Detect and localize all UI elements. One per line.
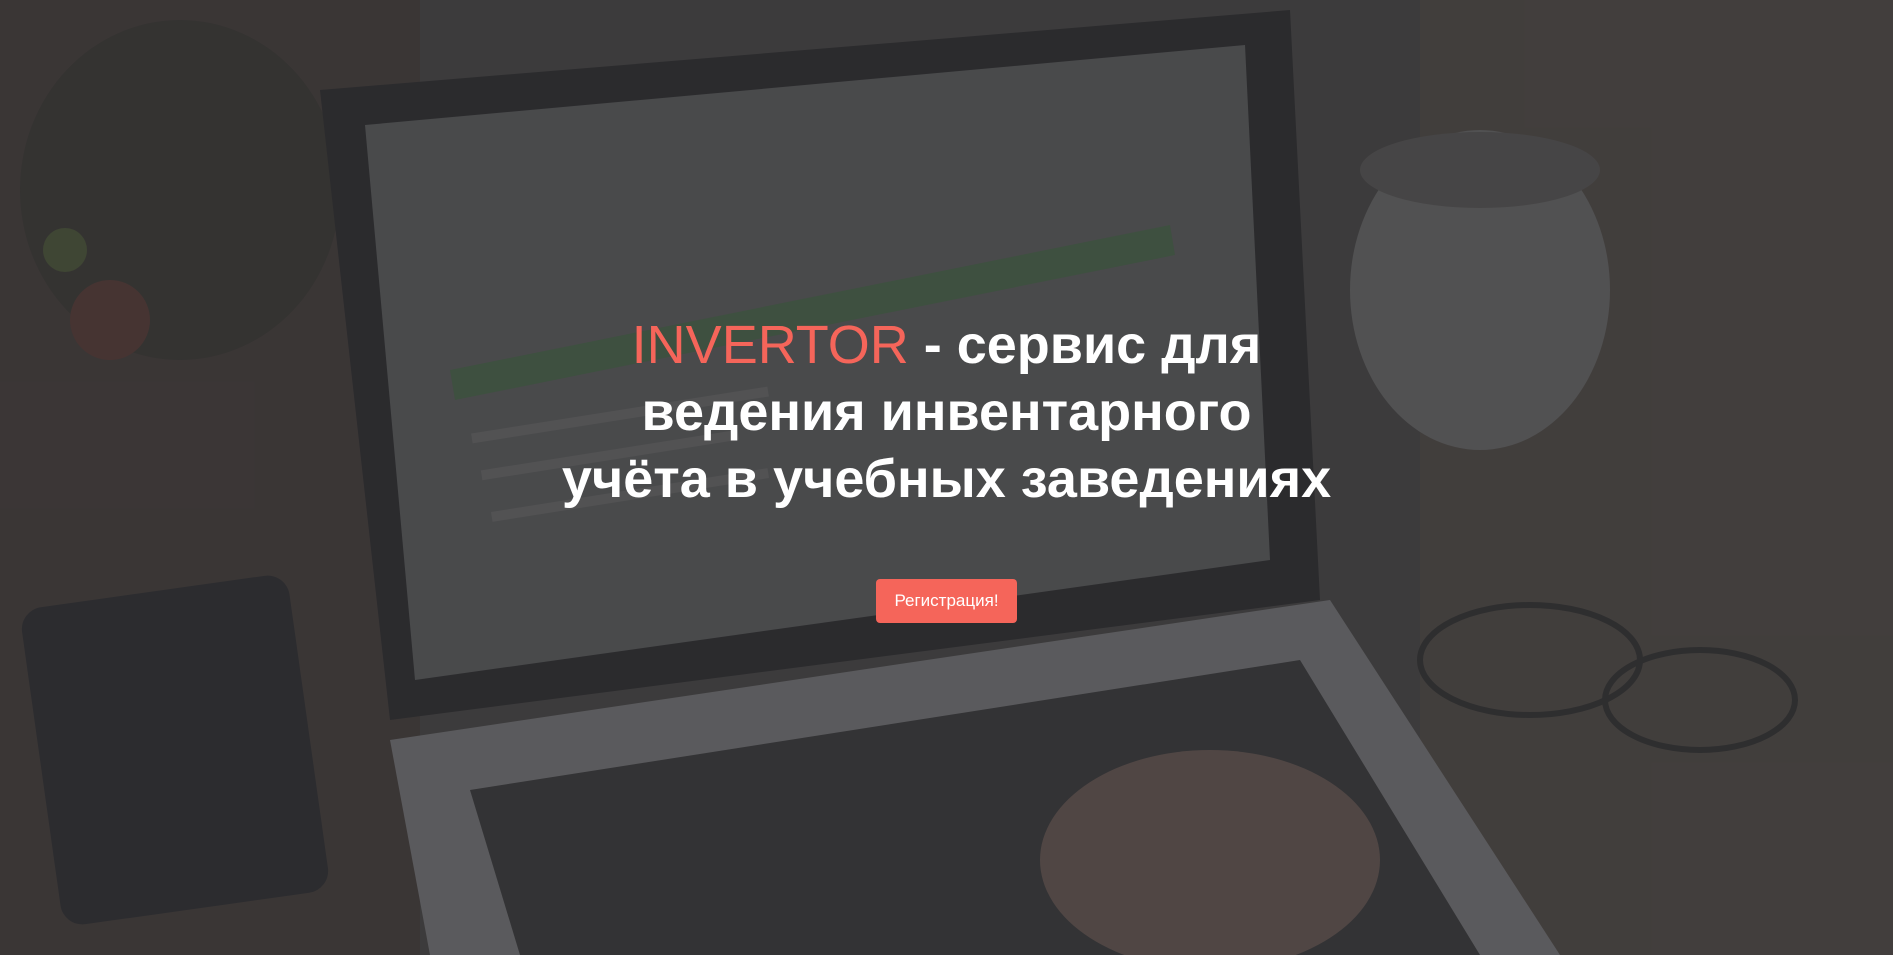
brand-name: INVERTOR bbox=[631, 315, 909, 375]
register-button[interactable]: Регистрация! bbox=[876, 579, 1017, 623]
hero-content: INVERTOR - сервис для ведения инвентарно… bbox=[0, 0, 1893, 955]
headline-line2: ведения инвентарного bbox=[641, 382, 1252, 442]
headline-line3: учёта в учебных заведениях bbox=[561, 449, 1332, 509]
hero-headline: INVERTOR - сервис для ведения инвентарно… bbox=[497, 312, 1397, 513]
hero-section: INVERTOR - сервис для ведения инвентарно… bbox=[0, 0, 1893, 955]
headline-line1-rest: - сервис для bbox=[908, 315, 1262, 375]
